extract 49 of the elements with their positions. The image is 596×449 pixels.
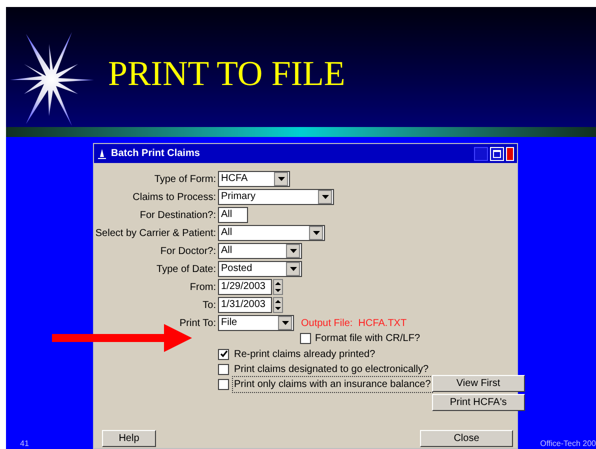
app-icon: [97, 148, 107, 158]
window-title: Batch Print Claims: [111, 147, 200, 161]
checkbox[interactable]: [218, 378, 229, 390]
field-value: File: [220, 316, 238, 330]
text-field[interactable]: All: [218, 207, 248, 223]
field-value: Primary: [220, 190, 256, 204]
field-value: 1/31/2003: [220, 298, 266, 312]
field-label: Select by Carrier & Patient:: [94, 226, 217, 240]
field-label: Type of Date:: [156, 262, 217, 276]
dropdown-field[interactable]: File: [218, 315, 294, 331]
field-label: Print To:: [178, 316, 217, 330]
help-button[interactable]: Help: [102, 430, 156, 447]
field-value: HCFA: [220, 172, 249, 186]
slide-title: PRINT TO FILE: [108, 52, 346, 95]
close-dialog-button[interactable]: Close: [420, 430, 513, 447]
checkbox-label: Print claims designated to go electronically?: [233, 362, 430, 376]
footer-text: Office-Tech 200: [540, 439, 596, 449]
field-value: 1/29/2003: [220, 280, 266, 294]
dropdown-field[interactable]: All: [218, 225, 325, 241]
checkbox-label: Format file with CR/LF?: [315, 332, 420, 346]
dropdown-field[interactable]: All: [218, 243, 302, 259]
field-label: From:: [188, 280, 217, 294]
field-label: Claims to Process:: [132, 190, 217, 204]
maximize-button[interactable]: [490, 146, 504, 160]
dialog-button[interactable]: View First: [432, 375, 525, 392]
spin-buttons-icon[interactable]: [273, 279, 283, 295]
dropdown-field[interactable]: HCFA: [218, 171, 290, 187]
field-label: To:: [202, 298, 217, 312]
dropdown-field[interactable]: Posted: [218, 261, 302, 277]
field-label: For Destination?:: [138, 208, 217, 222]
date-field[interactable]: 1/31/2003: [218, 297, 272, 313]
date-field[interactable]: 1/29/2003: [218, 279, 272, 295]
field-label: For Doctor?:: [159, 244, 217, 258]
field-value: All: [220, 244, 234, 258]
page-number: 41: [20, 439, 29, 449]
dialog-button[interactable]: Print HCFA's: [432, 394, 525, 411]
checkbox-label: Print only claims with an insurance balance?: [233, 376, 432, 392]
field-value: All: [220, 208, 234, 222]
checkbox[interactable]: [300, 332, 311, 344]
checkbox[interactable]: [218, 364, 229, 374]
dropdown-field[interactable]: Primary: [218, 189, 334, 205]
field-label: Type of Form:: [153, 172, 217, 186]
spin-buttons-icon[interactable]: [273, 297, 283, 313]
output-file-label: Output File: HCFA.TXT: [301, 316, 407, 330]
close-button[interactable]: [506, 146, 514, 160]
field-value: All: [220, 226, 234, 240]
field-value: Posted: [220, 262, 254, 276]
checkbox-label: Re-print claims already printed?: [233, 348, 376, 362]
checkbox[interactable]: [218, 348, 229, 360]
